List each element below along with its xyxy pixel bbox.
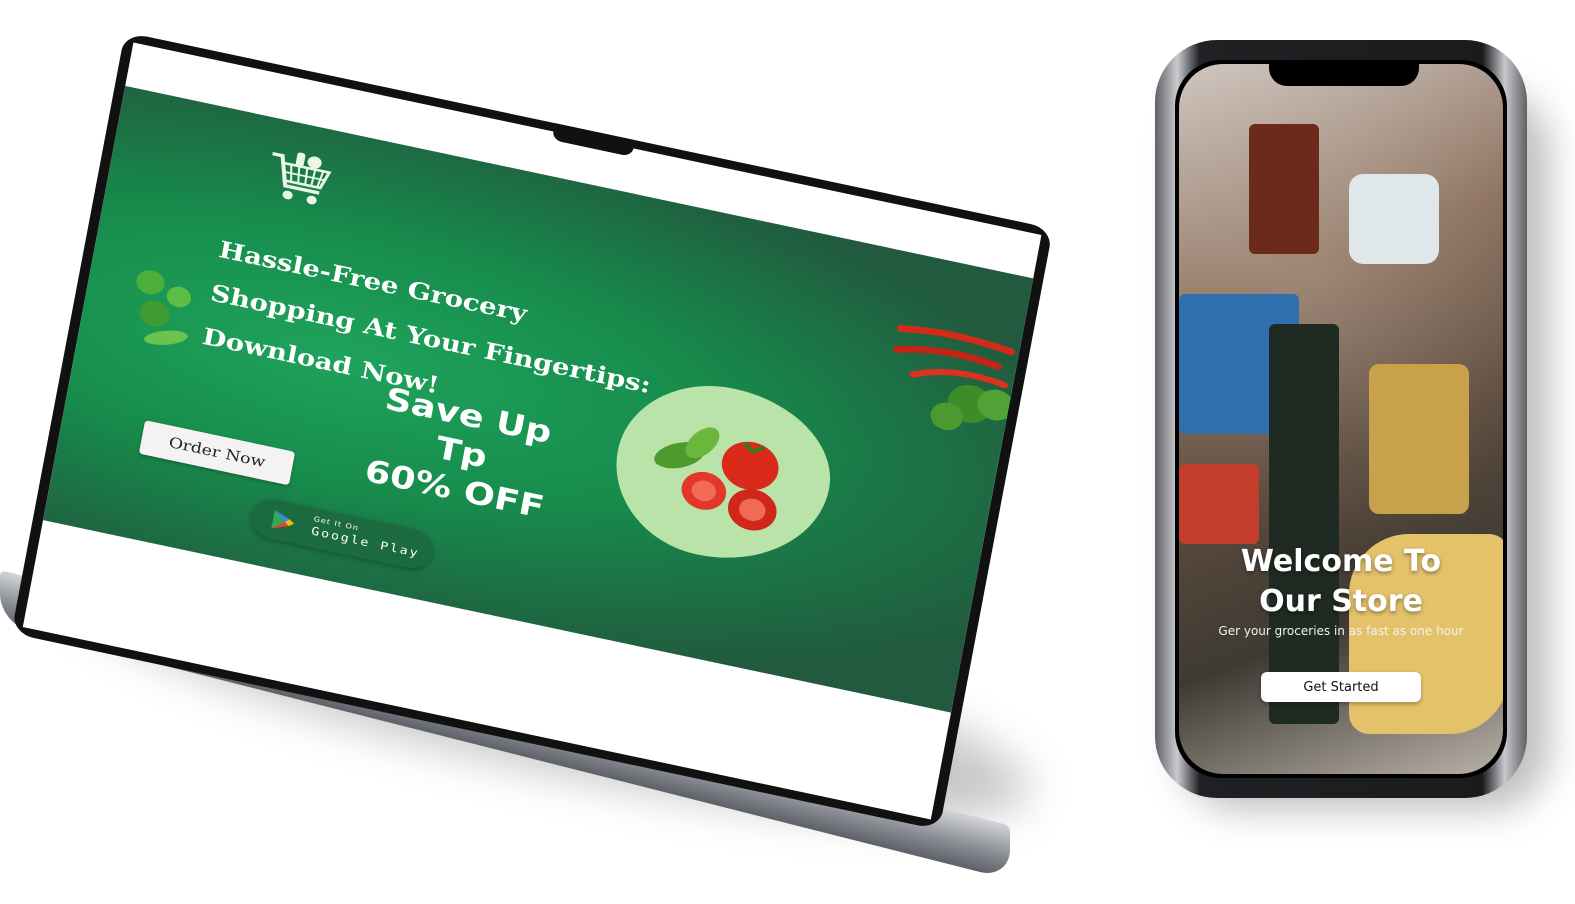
product-bottle-syrup — [1249, 124, 1319, 254]
badge-store-name: Google Play — [310, 525, 421, 561]
product-oil-bottle — [1269, 324, 1339, 724]
product-box-left — [1179, 464, 1259, 544]
google-play-badge[interactable]: Get It On Google Play — [248, 495, 436, 573]
laptop-screen: Hassle-Free Grocery Shopping At Your Fin… — [22, 42, 1042, 820]
welcome-heading: Welcome To Our Store — [1179, 542, 1503, 622]
product-can — [1369, 364, 1469, 514]
welcome-line-1: Welcome To — [1240, 544, 1442, 579]
phone-notch — [1269, 60, 1419, 86]
phone-device: Welcome To Our Store Ger your groceries … — [1155, 40, 1527, 798]
product-tub — [1349, 174, 1439, 264]
google-play-icon — [271, 510, 295, 529]
phone-screen: Welcome To Our Store Ger your groceries … — [1179, 64, 1503, 774]
order-now-button[interactable]: Order Now — [138, 420, 296, 486]
shopping-cart-logo-icon — [272, 151, 332, 205]
get-started-button[interactable]: Get Started — [1261, 672, 1421, 702]
phone-bezel: Welcome To Our Store Ger your groceries … — [1175, 60, 1507, 778]
welcome-line-2: Our Store — [1259, 584, 1423, 619]
laptop-device: Hassle-Free Grocery Shopping At Your Fin… — [11, 32, 1054, 830]
chili-pepper-icon — [892, 325, 1016, 431]
promo-banner: Hassle-Free Grocery Shopping At Your Fin… — [43, 85, 1034, 713]
welcome-subtitle: Ger your groceries in as fast as one hou… — [1218, 624, 1464, 638]
leafy-greens-icon — [136, 270, 192, 345]
